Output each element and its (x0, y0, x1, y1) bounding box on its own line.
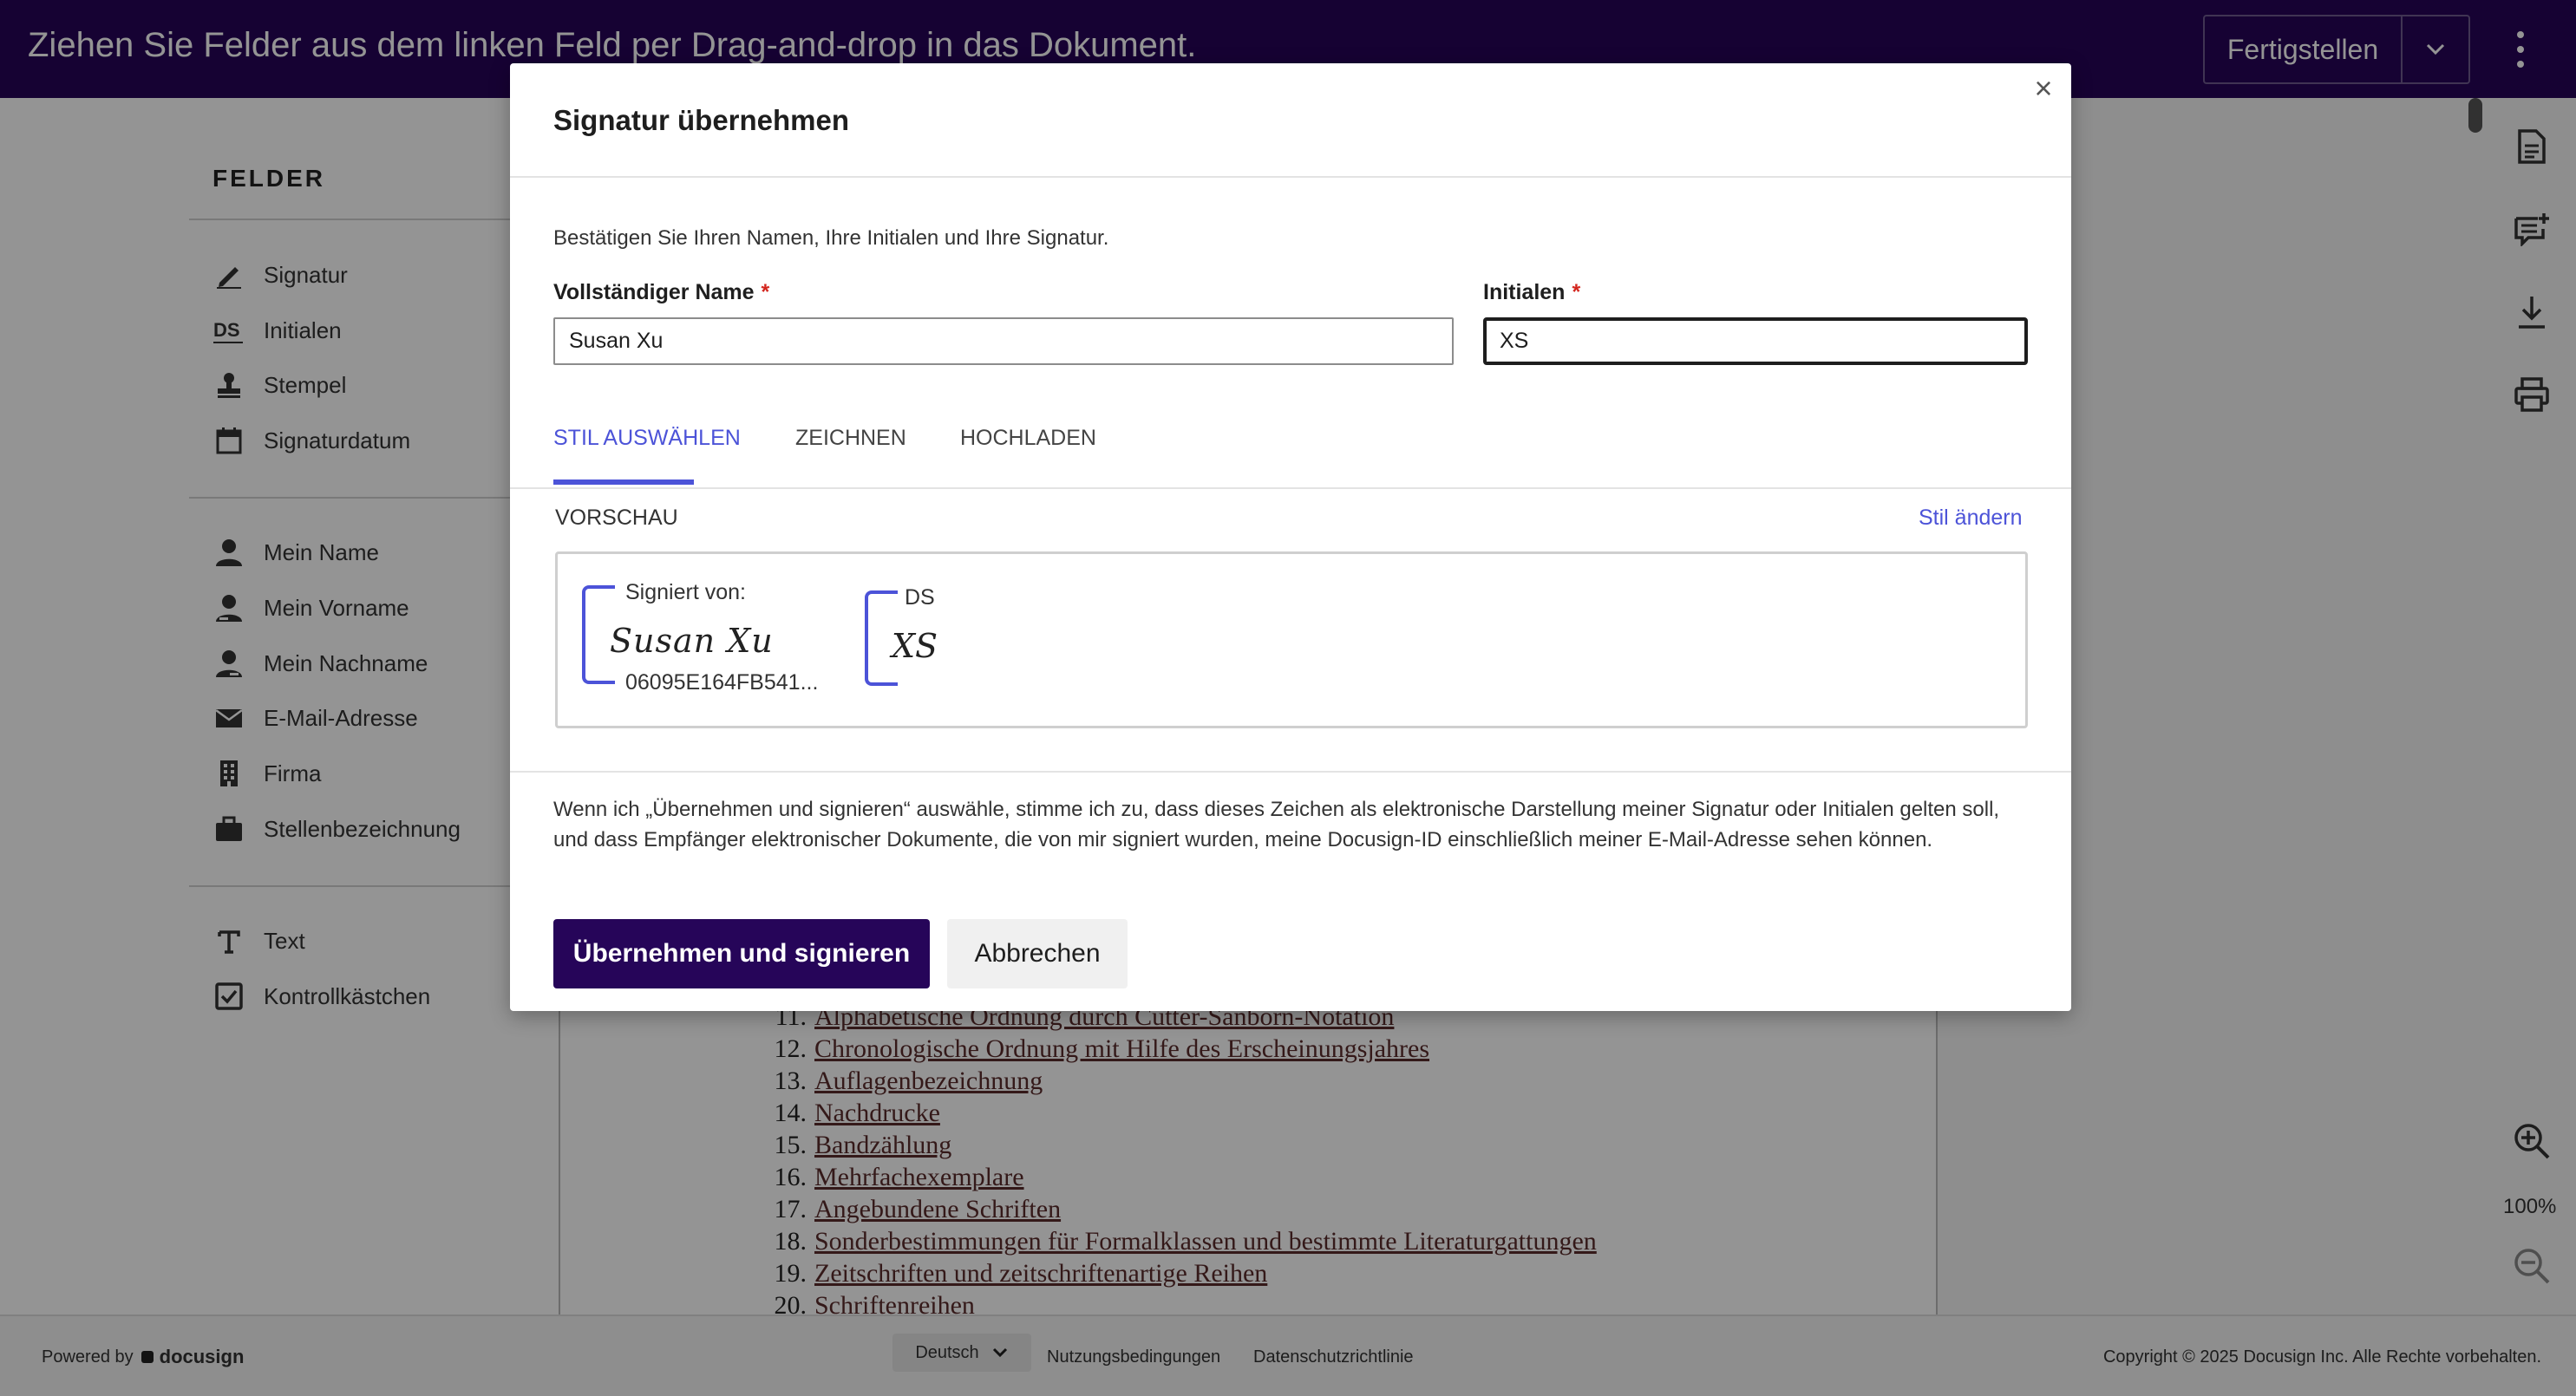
full-name-label: Vollständiger Name * (553, 280, 769, 305)
tab-draw[interactable]: ZEICHNEN (795, 426, 906, 451)
preview-label: VORSCHAU (555, 506, 678, 530)
legal-disclosure: Wenn ich „Übernehmen und signieren“ ausw… (553, 798, 2000, 851)
change-style-link[interactable]: Stil ändern (1919, 506, 2023, 531)
divider (510, 487, 2071, 489)
signature-preview: Signiert von: Susan Xu 06095E164FB541...… (555, 551, 2028, 728)
initials-label-text: Initialen (1483, 280, 1566, 304)
divider (510, 176, 2071, 178)
divider (510, 771, 2071, 773)
close-icon[interactable]: × (2030, 73, 2057, 104)
initials-tag: DS (905, 585, 935, 610)
dialog-title: Signatur übernehmen (553, 104, 850, 136)
required-marker: * (761, 280, 770, 304)
adopt-and-sign-button[interactable]: Übernehmen und signieren (553, 919, 930, 988)
initials-label: Initialen * (1483, 280, 1580, 305)
signature-script: Susan Xu (610, 622, 774, 660)
full-name-label-text: Vollständiger Name (553, 280, 755, 304)
confirm-instructions: Bestätigen Sie Ihren Namen, Ihre Initial… (553, 226, 1109, 250)
active-tab-indicator (553, 479, 694, 485)
adopt-signature-dialog: Signatur übernehmen × Bestätigen Sie Ihr… (510, 63, 2071, 1011)
signature-id: 06095E164FB541... (625, 670, 819, 695)
initials-script: XS (892, 627, 938, 665)
tab-select-style[interactable]: STIL AUSWÄHLEN (553, 426, 741, 451)
initials-input[interactable] (1483, 317, 2028, 365)
required-marker: * (1572, 280, 1581, 304)
full-name-input[interactable] (553, 317, 1454, 365)
tab-upload[interactable]: HOCHLADEN (960, 426, 1096, 451)
signed-by-label: Signiert von: (625, 580, 746, 604)
cancel-button[interactable]: Abbrechen (947, 919, 1128, 988)
